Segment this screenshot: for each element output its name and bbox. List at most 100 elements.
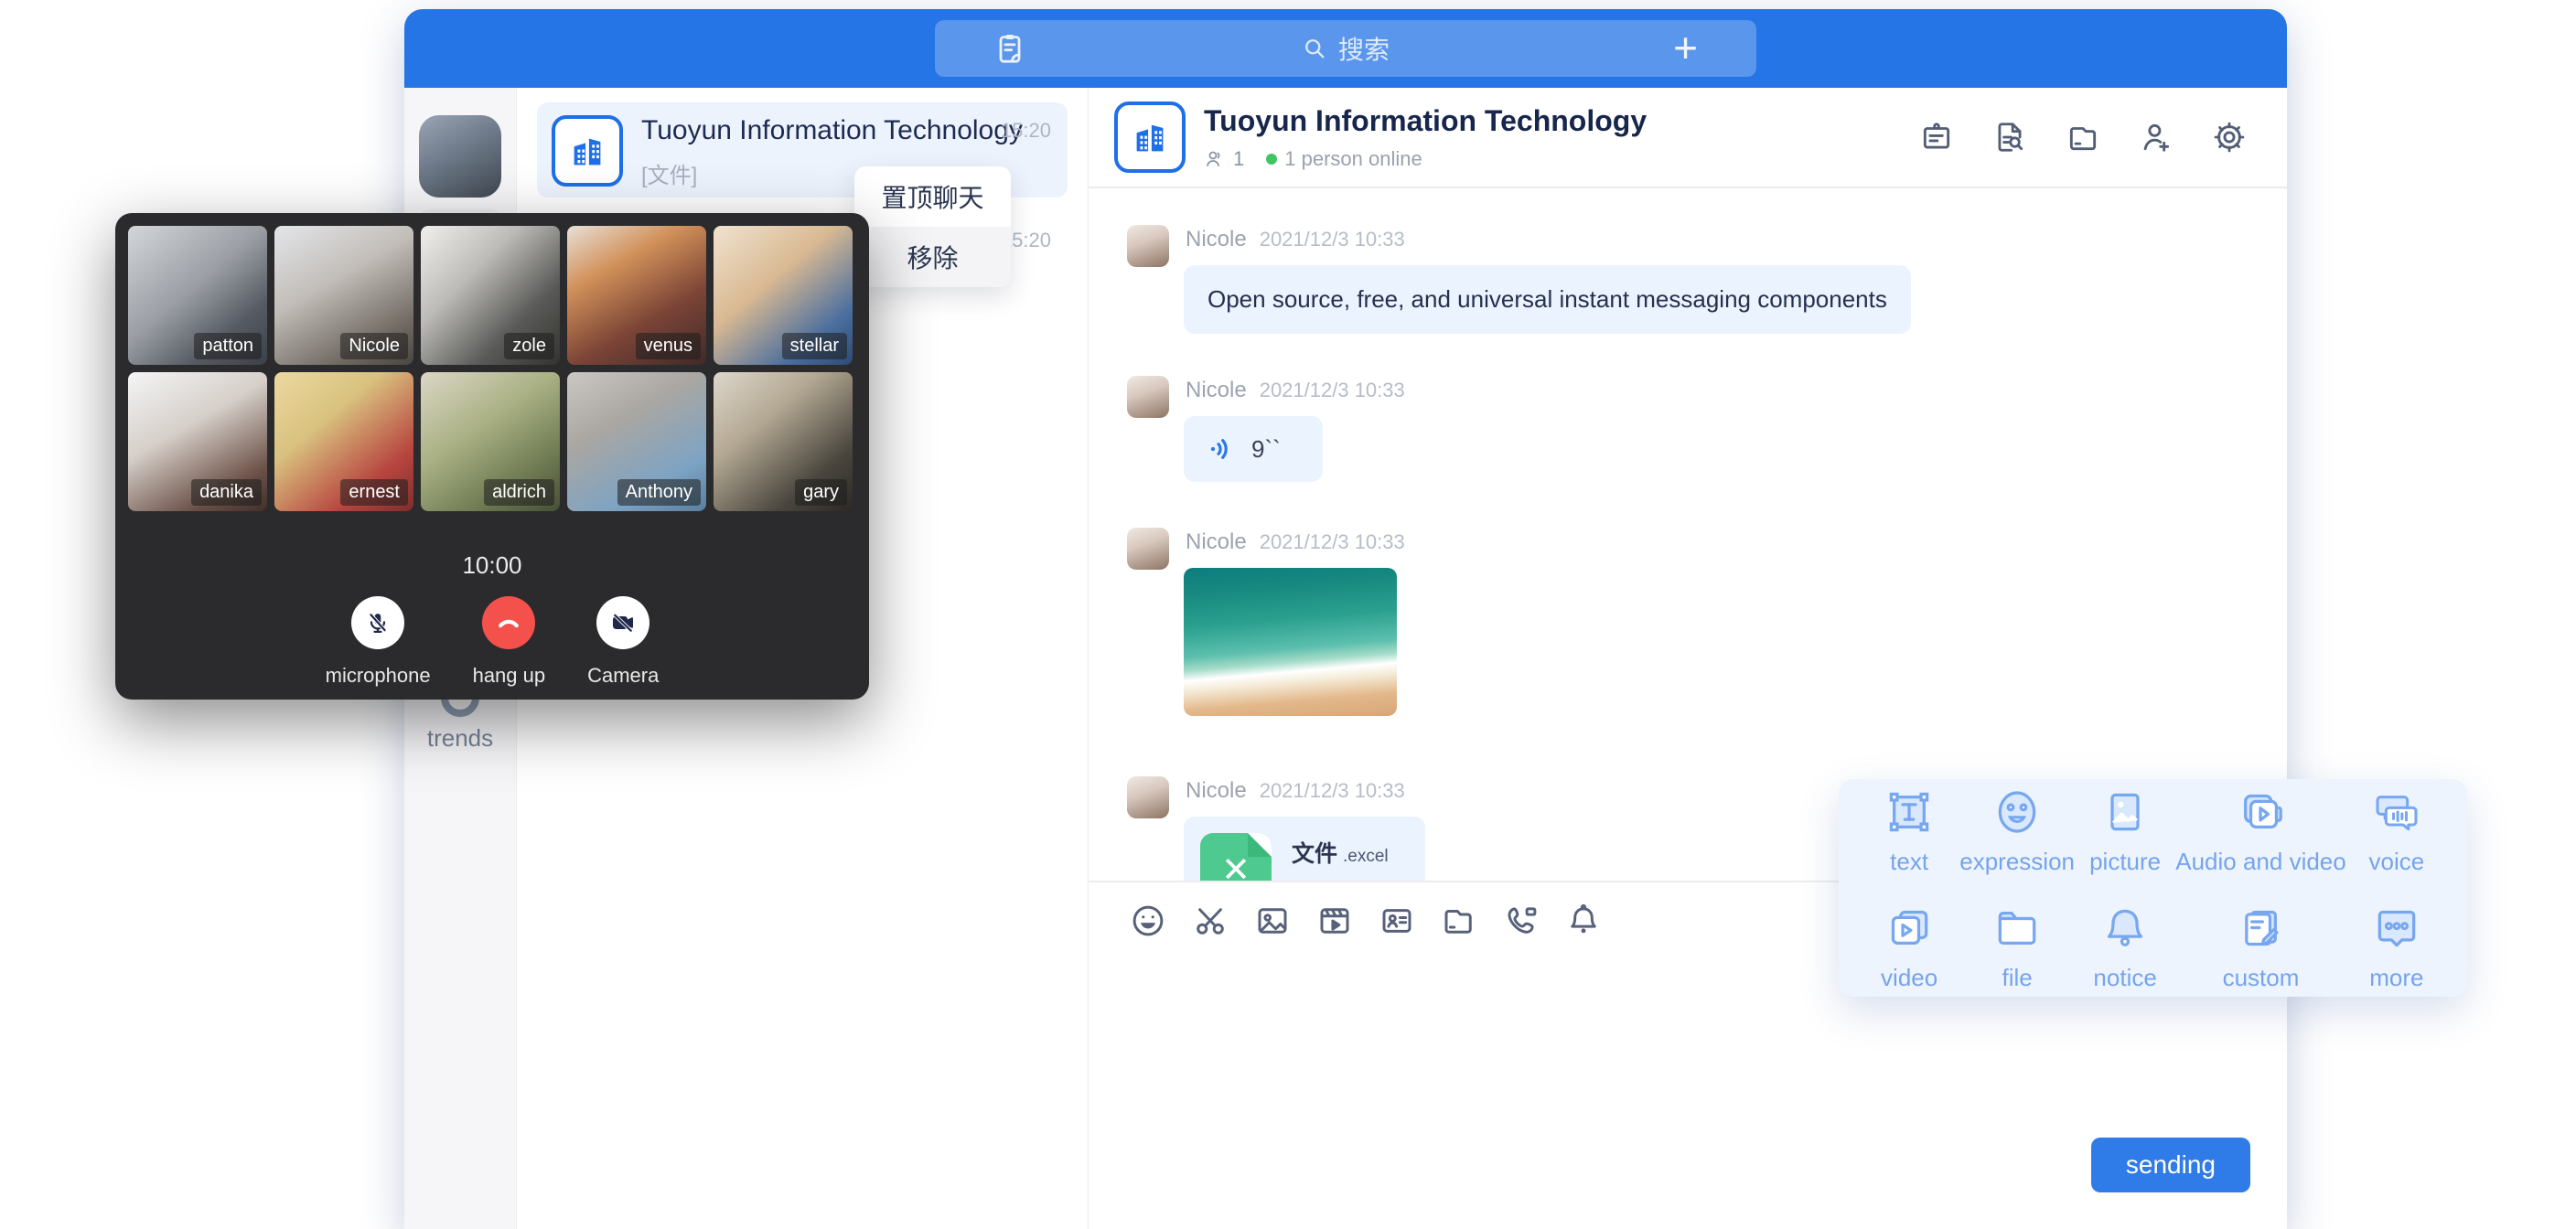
search-placeholder: 搜索 bbox=[1338, 30, 1390, 67]
file-ext: .excel bbox=[1343, 847, 1389, 866]
hang-up-label: hang up bbox=[473, 664, 546, 688]
notice-bell-icon[interactable] bbox=[1564, 902, 1603, 940]
participant-name: venus bbox=[636, 333, 701, 359]
search-bar[interactable]: 搜索 + bbox=[935, 20, 1756, 77]
expression-icon bbox=[1991, 784, 2043, 840]
panel-item-label: picture bbox=[2089, 848, 2161, 876]
plus-icon[interactable]: + bbox=[1673, 26, 1698, 69]
panel-item-audio-video[interactable]: Audio and video bbox=[2175, 784, 2345, 876]
participant-name: patton bbox=[194, 333, 262, 359]
voice-wave-icon bbox=[1206, 434, 1235, 464]
panel-item-expression[interactable]: expression bbox=[1959, 784, 2075, 876]
voice-bubble[interactable]: 9`` bbox=[1184, 416, 1323, 482]
contact-card-icon[interactable] bbox=[1378, 902, 1416, 940]
conversation-time: 15:20 bbox=[1001, 119, 1051, 143]
screenshot-icon[interactable] bbox=[1191, 902, 1229, 940]
picture-icon bbox=[2099, 784, 2151, 840]
panel-item-custom[interactable]: custom bbox=[2175, 900, 2345, 992]
panel-item-label: text bbox=[1890, 848, 1928, 876]
video-call-icon[interactable] bbox=[1502, 902, 1540, 940]
image-icon[interactable] bbox=[1253, 902, 1292, 940]
emoji-icon[interactable] bbox=[1129, 902, 1167, 940]
avatar bbox=[1127, 225, 1169, 267]
top-bar: 搜索 + bbox=[404, 9, 2287, 88]
microphone-label: microphone bbox=[326, 664, 431, 688]
message-list: Nicole 2021/12/3 10:33 Open source, free… bbox=[1089, 188, 2287, 881]
add-member-icon[interactable] bbox=[2139, 120, 2174, 155]
group-notice-icon[interactable] bbox=[1919, 120, 1954, 155]
sender-name: Nicole bbox=[1186, 778, 1247, 804]
image-attachment[interactable] bbox=[1184, 568, 1397, 716]
participant-tile: ernest bbox=[274, 372, 413, 511]
online-status: 1 person online bbox=[1284, 147, 1422, 171]
text-icon bbox=[1884, 784, 1935, 840]
search-icon bbox=[1302, 36, 1327, 61]
sender-name: Nicole bbox=[1186, 378, 1247, 403]
conversation-context-menu: 置顶聊天 移除 bbox=[854, 166, 1011, 287]
message-time: 2021/12/3 10:33 bbox=[1260, 530, 1405, 554]
group-file-icon[interactable] bbox=[2066, 120, 2100, 155]
panel-item-label: notice bbox=[2093, 964, 2156, 992]
microphone-muted-icon[interactable] bbox=[351, 596, 404, 649]
voice-icon bbox=[2371, 784, 2422, 840]
group-avatar bbox=[1114, 102, 1186, 173]
participant-grid: patton Nicole zole venus stellar danika … bbox=[128, 226, 856, 511]
notice-icon bbox=[2099, 900, 2151, 956]
menu-item-remove[interactable]: 移除 bbox=[854, 227, 1011, 287]
panel-item-label: video bbox=[1881, 964, 1937, 992]
camera-muted-icon[interactable] bbox=[596, 596, 649, 649]
participant-name: stellar bbox=[782, 333, 847, 359]
participant-name: Anthony bbox=[617, 479, 701, 506]
call-timer: 10:00 bbox=[128, 551, 856, 580]
participant-name: ernest bbox=[340, 479, 408, 506]
call-records-icon[interactable] bbox=[992, 30, 1028, 67]
menu-item-pin-chat[interactable]: 置顶聊天 bbox=[854, 166, 1011, 227]
chat-header: Tuoyun Information Technology 1 1 person… bbox=[1089, 88, 2287, 188]
panel-item-voice[interactable]: voice bbox=[2346, 784, 2447, 876]
member-icon bbox=[1204, 148, 1226, 170]
panel-item-picture[interactable]: picture bbox=[2075, 784, 2175, 876]
panel-item-file[interactable]: file bbox=[1959, 900, 2075, 992]
participant-tile: Anthony bbox=[567, 372, 706, 511]
member-count: 1 bbox=[1233, 147, 1244, 171]
settings-gear-icon[interactable] bbox=[2212, 120, 2247, 155]
participant-tile: zole bbox=[421, 226, 560, 365]
panel-item-notice[interactable]: notice bbox=[2075, 900, 2175, 992]
hang-up-icon[interactable] bbox=[482, 596, 535, 649]
panel-item-label: more bbox=[2369, 964, 2423, 992]
message-input-area[interactable]: sending bbox=[1089, 959, 2287, 1229]
participant-tile: stellar bbox=[714, 226, 853, 365]
group-avatar bbox=[552, 115, 623, 187]
participant-name: gary bbox=[795, 479, 847, 506]
conversation-title: Tuoyun Information Technology bbox=[641, 115, 1001, 146]
chat-title: Tuoyun Information Technology bbox=[1204, 104, 1647, 138]
participant-tile: danika bbox=[128, 372, 267, 511]
participant-tile: Nicole bbox=[274, 226, 413, 365]
panel-item-more[interactable]: more bbox=[2346, 900, 2447, 992]
message-image: Nicole 2021/12/3 10:33 bbox=[1127, 528, 2287, 716]
panel-item-video[interactable]: video bbox=[1859, 900, 1959, 992]
more-icon bbox=[2371, 900, 2422, 956]
file-icon[interactable] bbox=[1440, 902, 1478, 940]
message-voice: Nicole 2021/12/3 10:33 9` bbox=[1127, 376, 2287, 482]
panel-item-label: file bbox=[2002, 964, 2032, 992]
participant-tile: gary bbox=[714, 372, 853, 511]
chat-history-search-icon[interactable] bbox=[1992, 120, 2027, 155]
video-icon[interactable] bbox=[1315, 902, 1354, 940]
panel-item-text[interactable]: text bbox=[1859, 784, 1959, 876]
panel-item-label: custom bbox=[2223, 964, 2300, 992]
voice-duration: 9`` bbox=[1251, 435, 1281, 464]
avatar bbox=[1127, 776, 1169, 818]
participant-name: aldrich bbox=[484, 479, 554, 506]
current-user-avatar[interactable] bbox=[419, 115, 501, 198]
panel-item-label: voice bbox=[2369, 848, 2425, 876]
panel-item-label: expression bbox=[1959, 848, 2075, 876]
participant-name: danika bbox=[191, 479, 262, 506]
online-dot bbox=[1266, 154, 1277, 165]
send-button[interactable]: sending bbox=[2091, 1138, 2250, 1192]
file-bubble[interactable]: ✕ 文件.excel 12.8M bbox=[1184, 817, 1425, 881]
avatar bbox=[1127, 528, 1169, 570]
camera-control: Camera bbox=[587, 596, 659, 688]
sender-name: Nicole bbox=[1186, 529, 1247, 555]
sender-name: Nicole bbox=[1186, 227, 1247, 252]
